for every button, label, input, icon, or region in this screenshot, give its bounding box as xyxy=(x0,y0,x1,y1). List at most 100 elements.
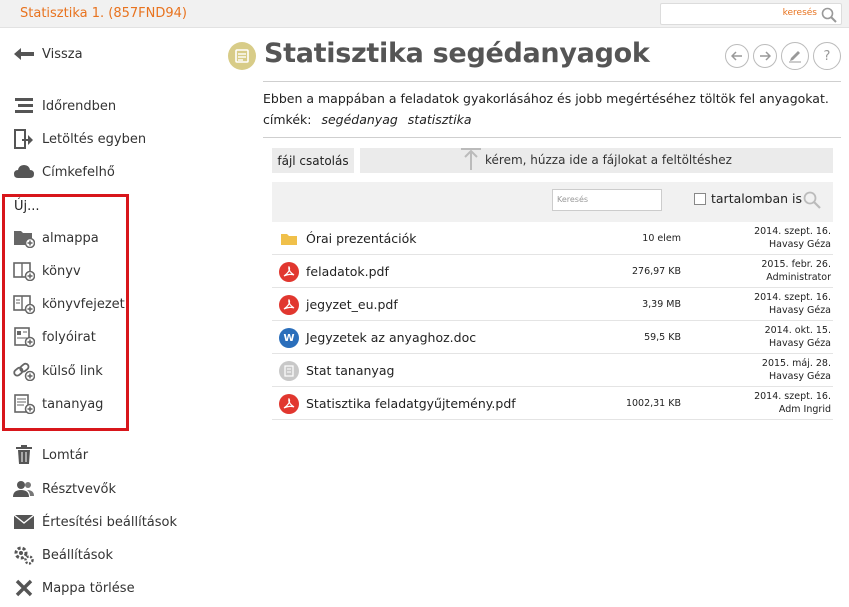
sidebar-item-label: Időrendben xyxy=(42,98,117,114)
files-search-input[interactable]: Keresés xyxy=(552,189,662,211)
sidebar-item-label: könyv xyxy=(42,263,81,279)
file-name[interactable]: Jegyzetek az anyaghoz.doc xyxy=(306,330,476,345)
file-size: 59,5 KB xyxy=(644,332,681,343)
edit-pencil-icon[interactable] xyxy=(781,42,809,70)
folder-icon xyxy=(279,229,299,249)
content-search-label: tartalomban is xyxy=(711,191,803,206)
file-name[interactable]: Stat tananyag xyxy=(306,363,394,378)
search-icon[interactable] xyxy=(802,190,822,210)
new-journal-icon xyxy=(12,325,36,349)
divider xyxy=(263,137,841,138)
sidebar-item-label: könyvfejezet xyxy=(42,296,125,312)
new-folder-icon xyxy=(12,226,36,250)
new-material-icon xyxy=(12,392,36,416)
file-dropzone[interactable]: kérem, húzza ide a fájlokat a feltöltésh… xyxy=(360,148,833,173)
sidebar-item-timeline[interactable]: Időrendben xyxy=(12,94,116,118)
envelope-icon xyxy=(12,510,36,534)
tag-link[interactable]: segédanyag xyxy=(321,112,397,127)
sidebar-item-delete-folder[interactable]: Mappa törlése xyxy=(12,576,135,600)
file-row[interactable]: Statisztika feladatgyűjtemény.pdf 1002,3… xyxy=(272,387,833,420)
file-owner: Administrator xyxy=(766,272,831,283)
course-title[interactable]: Statisztika 1. (857FND94) xyxy=(20,6,187,21)
file-size: 276,97 KB xyxy=(631,266,681,277)
participants-icon xyxy=(12,477,36,501)
sidebar-item-download-all[interactable]: Letöltés egyben xyxy=(12,127,146,151)
folder-type-icon xyxy=(228,42,256,70)
sidebar-new-folder[interactable]: almappa xyxy=(12,226,99,250)
sidebar-new-journal[interactable]: folyóirat xyxy=(12,325,96,349)
arrow-left-icon xyxy=(12,42,36,66)
delete-x-icon xyxy=(12,576,36,600)
sidebar-item-settings[interactable]: Beállítások xyxy=(12,543,113,567)
attach-file-button[interactable]: fájl csatolás xyxy=(272,148,354,173)
sidebar-item-label: Mappa törlése xyxy=(42,580,135,596)
global-search-placeholder: keresés xyxy=(782,8,817,18)
global-search-input[interactable]: keresés xyxy=(660,3,842,25)
trash-icon xyxy=(12,443,36,467)
sidebar-item-label: Lomtár xyxy=(42,447,89,463)
file-date: 2015. febr. 26. xyxy=(761,259,831,270)
title-toolbar: ? xyxy=(725,42,841,70)
page-title: Statisztika segédanyagok xyxy=(264,38,650,69)
new-link-icon xyxy=(12,359,36,383)
file-date: 2014. okt. 15. xyxy=(764,325,831,336)
help-question-icon[interactable]: ? xyxy=(813,42,841,70)
sidebar-new-chapter[interactable]: könyvfejezet xyxy=(12,292,125,316)
new-book-icon xyxy=(12,259,36,283)
tag-link[interactable]: statisztika xyxy=(408,112,472,127)
file-owner: Havasy Géza xyxy=(768,338,831,349)
sidebar-item-label: Értesítési beállítások xyxy=(42,514,178,530)
file-date: 2014. szept. 16. xyxy=(754,226,831,237)
gear-icon xyxy=(12,543,36,567)
material-icon xyxy=(279,361,299,381)
content-search-checkbox[interactable] xyxy=(694,193,706,205)
file-date: 2014. szept. 16. xyxy=(754,391,831,402)
sidebar-item-label: almappa xyxy=(42,230,99,246)
file-owner: Adm Ingrid xyxy=(778,404,831,415)
top-bar: Statisztika 1. (857FND94) keresés xyxy=(0,0,849,28)
file-row[interactable]: feladatok.pdf 276,97 KB 2015. febr. 26. … xyxy=(272,255,833,288)
pdf-gear-icon xyxy=(279,262,299,282)
file-row[interactable]: Stat tananyag 2015. máj. 28. Havasy Géza xyxy=(272,354,833,387)
sidebar-item-label: Beállítások xyxy=(42,547,114,563)
sidebar: Vissza Időrendben Letöltés egyben Címkef… xyxy=(0,28,200,607)
file-list: Órai prezentációk 10 elem 2014. szept. 1… xyxy=(272,222,833,420)
file-name[interactable]: feladatok.pdf xyxy=(306,264,389,279)
file-date: 2015. máj. 28. xyxy=(761,358,831,369)
download-icon xyxy=(12,127,36,151)
file-row[interactable]: jegyzet_eu.pdf 3,39 MB 2014. szept. 16. … xyxy=(272,288,833,321)
previous-arrow-icon[interactable] xyxy=(725,44,749,68)
pdf-icon xyxy=(279,394,299,414)
sidebar-new-book[interactable]: könyv xyxy=(12,259,81,283)
dropzone-text: kérem, húzza ide a fájlokat a feltöltésh… xyxy=(485,153,732,167)
file-owner: Havasy Géza xyxy=(768,371,831,382)
file-row[interactable]: W Jegyzetek az anyaghoz.doc 59,5 KB 2014… xyxy=(272,321,833,354)
sidebar-item-tag-cloud[interactable]: Címkefelhő xyxy=(12,160,115,184)
tags-line: címkék: segédanyag statisztika xyxy=(263,112,478,127)
next-arrow-icon[interactable] xyxy=(753,44,777,68)
back-button[interactable]: Vissza xyxy=(12,42,83,66)
sidebar-item-label: folyóirat xyxy=(42,329,96,345)
sidebar-new-material[interactable]: tananyag xyxy=(12,392,103,416)
search-icon[interactable] xyxy=(820,6,838,24)
sidebar-item-label: Címkefelhő xyxy=(42,164,115,180)
file-date: 2014. szept. 16. xyxy=(754,292,831,303)
sidebar-item-notification-settings[interactable]: Értesítési beállítások xyxy=(12,510,177,534)
sidebar-item-label: tananyag xyxy=(42,396,104,412)
file-size: 1002,31 KB xyxy=(625,398,681,409)
file-name[interactable]: Statisztika feladatgyűjtemény.pdf xyxy=(306,396,516,411)
file-name[interactable]: Órai prezentációk xyxy=(306,231,417,246)
file-name[interactable]: jegyzet_eu.pdf xyxy=(306,297,398,312)
file-size: 3,39 MB xyxy=(642,299,681,310)
sidebar-item-label: külső link xyxy=(42,363,103,379)
sidebar-new-external-link[interactable]: külső link xyxy=(12,359,103,383)
sidebar-item-label: Résztvevők xyxy=(42,481,117,497)
new-section-label: Új... xyxy=(14,199,40,214)
sidebar-item-participants[interactable]: Résztvevők xyxy=(12,477,116,501)
sidebar-item-trash[interactable]: Lomtár xyxy=(12,443,88,467)
pdf-icon xyxy=(279,295,299,315)
file-row[interactable]: Órai prezentációk 10 elem 2014. szept. 1… xyxy=(272,222,833,255)
file-owner: Havasy Géza xyxy=(768,305,831,316)
tag-cloud-icon xyxy=(12,160,36,184)
folder-description: Ebben a mappában a feladatok gyakorlásáh… xyxy=(263,91,829,106)
